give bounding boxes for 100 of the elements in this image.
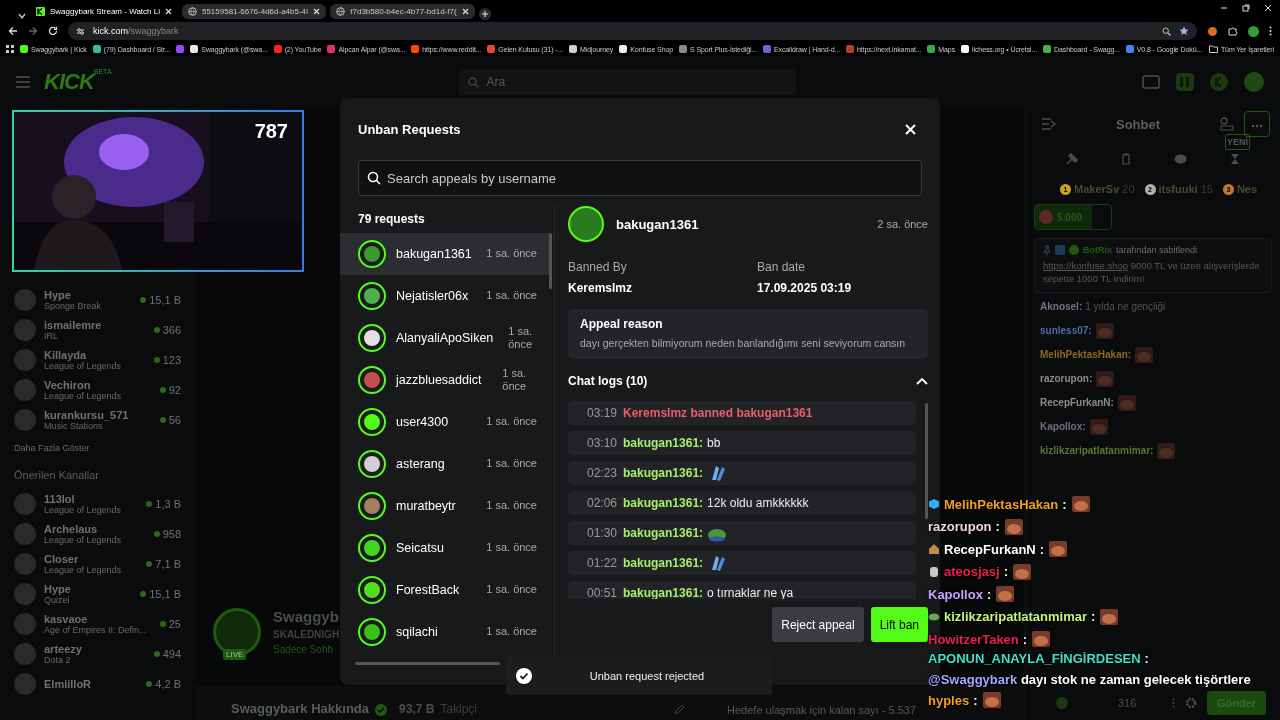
channel-name[interactable]: Archelaus [44,523,146,535]
channel-avatar[interactable] [14,493,36,515]
channel-name[interactable]: Killayda [44,349,146,361]
lift-ban-button[interactable]: Lift ban [870,607,928,643]
chat-bubble-icon[interactable] [1174,153,1188,165]
menu-icon[interactable] [1269,26,1272,36]
request-item[interactable]: AlanyaliApoSiken 1 sa. önce [340,317,551,359]
request-item[interactable]: Nejatisler06x 1 sa. önce [340,275,551,317]
field-label: Ban date [757,260,807,274]
channel-category: League of Legends [44,361,123,371]
close-icon[interactable] [1264,4,1272,12]
browser-tab[interactable]: f7d3b580-b4ec-4b77-bd1d-f7( [330,4,475,19]
search-field[interactable]: Search appeals by username [358,160,922,196]
minimize-icon[interactable] [1220,4,1228,12]
channel-name[interactable]: Vechiron [44,379,152,391]
channel-name[interactable]: kurankursu_571 [44,409,152,421]
channel-avatar[interactable] [14,613,36,635]
verified-icon [1069,245,1079,255]
request-item[interactable]: muratbeytr 1 sa. önce [340,485,551,527]
separator: : [1091,609,1096,625]
hammer-icon[interactable] [1065,153,1078,165]
star-icon[interactable] [1179,26,1189,36]
request-item[interactable]: bakugan1361 1 sa. önce [340,233,551,275]
channel-name[interactable]: ismailemre [44,319,146,331]
chat-username[interactable]: MelihPektasHakan: [1040,349,1132,361]
reject-button[interactable]: Reject appeal [772,607,864,643]
forward-icon[interactable] [28,26,38,36]
follower-count: 93,7 B [399,702,435,716]
show-more-link[interactable]: Daha Fazla Göster [14,435,195,461]
separator: : [1022,631,1028,647]
chevron-icon[interactable] [916,377,928,386]
separator: : [1144,650,1149,666]
restore-icon[interactable] [1242,4,1250,12]
request-item[interactable]: Seicatsu 1 sa. önce [340,527,551,569]
close-icon[interactable] [164,8,172,15]
close-icon[interactable] [313,8,321,15]
more-icon[interactable] [1171,698,1175,708]
chat-username[interactable]: Aknosel: [1040,301,1083,313]
channel-avatar[interactable] [14,289,36,311]
back-icon[interactable] [8,26,18,36]
channel-avatar[interactable] [14,349,36,371]
puzzle-icon[interactable] [1228,26,1238,36]
chat-username[interactable]: kizlikzaripatlatanmimar: [1040,445,1154,457]
kick-logo[interactable]: KICK [44,69,94,95]
address-bar[interactable]: kick.com/swaggybark [68,22,1197,40]
request-item[interactable]: ForestBack 1 sa. önce [340,569,551,611]
more-button[interactable] [1244,111,1270,137]
channel-avatar[interactable] [14,409,36,431]
leaderboard-name: MakerSv [1074,183,1120,195]
zoom-icon[interactable] [1162,26,1171,36]
channel-avatar[interactable] [14,643,36,665]
log-username: bakugan1361: [623,436,704,451]
trash-icon[interactable] [1120,153,1131,165]
pencil-icon[interactable] [673,704,686,716]
chat-message-text: @Swaggybark dayı stok ne zaman gelecek tişörtlere [928,670,1251,689]
bookmark-icon[interactable] [176,45,185,53]
extension-icon[interactable] [1207,25,1218,37]
channel-category: League of Legends [44,565,123,575]
browser-tab[interactable]: 55159581-6676-4d6d-a4b5-4! [181,4,327,19]
chat-username[interactable]: razorupon: [1040,373,1093,385]
channel-avatar[interactable] [14,523,36,545]
collapse-icon[interactable] [1042,118,1056,130]
chat-username[interactable]: RecepFurkanN: [1040,397,1114,409]
viewer-count: 15,1 B [149,294,181,306]
request-item[interactable]: user4300 1 sa. önce [340,401,551,443]
channel-avatar[interactable] [14,553,36,575]
channel-name[interactable]: kasvaoe [44,613,152,625]
request-item[interactable]: sqilachi 1 sa. önce [340,611,551,653]
hourglass-icon[interactable] [1230,153,1241,165]
channel-avatar[interactable] [14,673,36,695]
chat-username[interactable]: sunless07: [1040,325,1092,337]
close-button[interactable] [903,121,918,137]
pinned-label: tarafından sabitlendi [1116,245,1198,255]
channel-name[interactable]: Hype [44,289,133,301]
close-icon[interactable] [461,8,469,15]
scrollbar[interactable] [355,662,500,665]
apps-icon[interactable] [6,45,14,53]
avatar-icon[interactable] [1244,72,1264,92]
new-tab-icon[interactable] [478,8,491,20]
channel-name[interactable]: arteezy [44,643,146,655]
request-item[interactable]: jazzbluesaddict 1 sa. önce [340,359,551,401]
reload-icon[interactable] [48,26,58,36]
request-item[interactable]: asterang 1 sa. önce [340,443,551,485]
profile-avatar-icon[interactable] [1248,25,1259,37]
live-dot-icon [146,561,153,567]
viewer-count: 958 [162,528,181,540]
log-username: bakugan1361: [623,496,704,511]
scrollbar[interactable] [925,403,928,520]
kick-icon[interactable] [1210,73,1228,91]
user-settings-icon[interactable] [1220,117,1234,131]
scrollbar[interactable] [549,233,552,289]
channel-name[interactable]: ElmiilloR [44,678,139,690]
channel-name[interactable]: 113lol [44,493,139,505]
chat-username[interactable]: Kapollox: [1040,421,1086,433]
channel-avatar[interactable] [14,583,36,605]
channel-name[interactable]: Closer [44,553,139,565]
channel-avatar[interactable] [14,319,36,341]
channel-name[interactable]: Hype [44,583,133,595]
channel-avatar[interactable] [14,379,36,401]
live-dot-icon [140,591,147,597]
